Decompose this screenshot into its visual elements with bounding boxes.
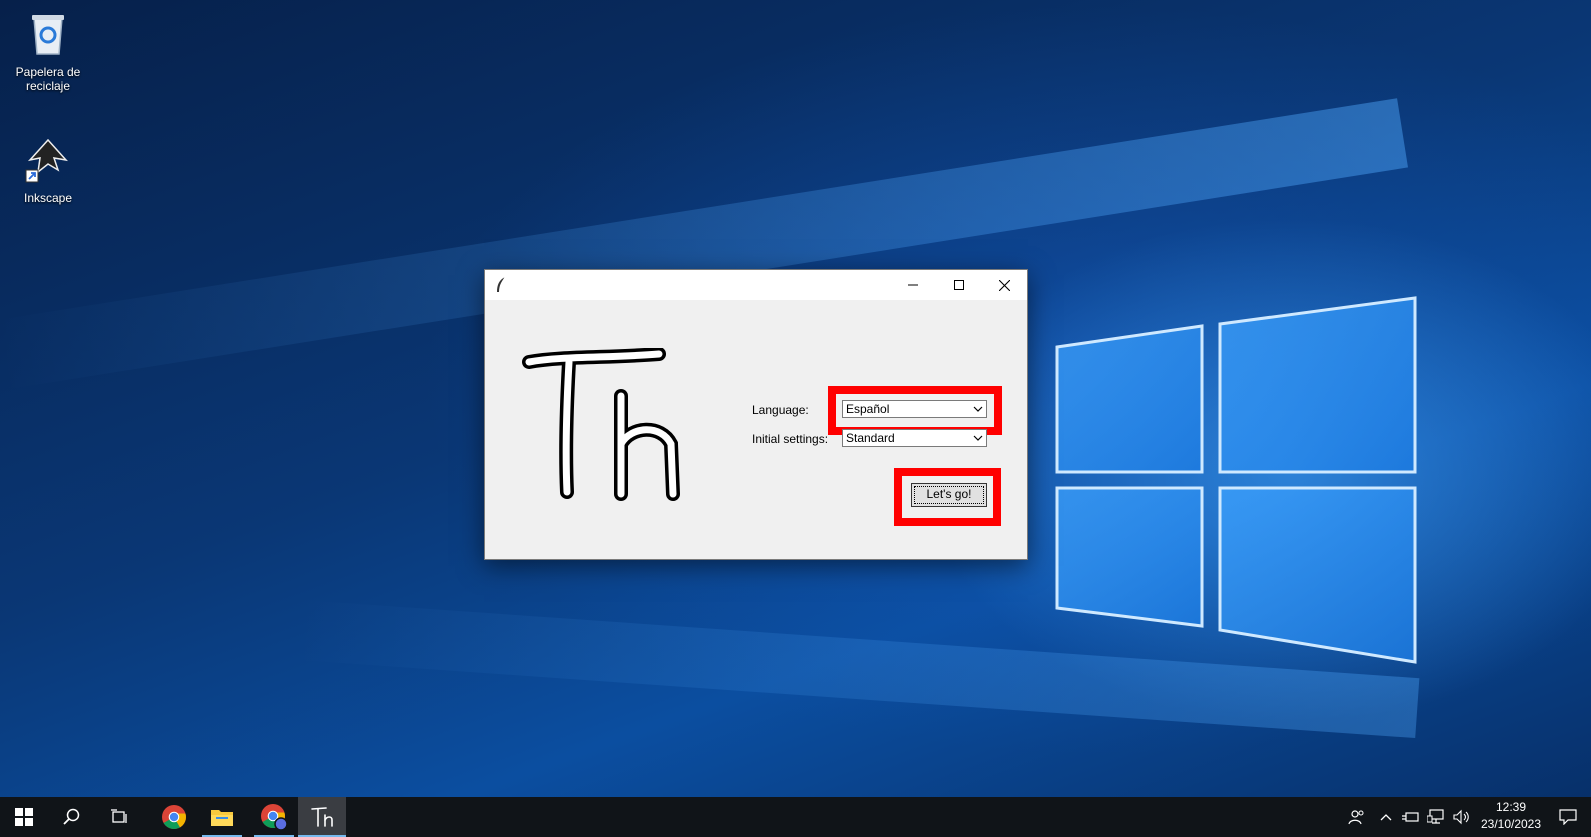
minimize-button[interactable] [890, 270, 936, 300]
clock[interactable]: 12:39 23/10/2023 [1474, 800, 1548, 831]
initial-settings-label: Initial settings: [752, 432, 829, 446]
search-icon [63, 808, 80, 825]
network-tray[interactable] [1424, 797, 1448, 837]
people-icon [1348, 810, 1364, 825]
highlight-language-select [828, 386, 1002, 435]
task-view-button[interactable] [96, 797, 144, 837]
app-window: Th Language: Español Initial settings: S… [484, 269, 1028, 560]
task-view-icon [111, 809, 127, 823]
title-bar[interactable] [485, 270, 1027, 300]
notification-icon [1559, 809, 1577, 825]
clock-time: 12:39 [1495, 800, 1527, 814]
start-button[interactable] [0, 797, 48, 837]
minimize-icon [908, 284, 918, 286]
action-center-button[interactable] [1548, 797, 1588, 837]
show-hidden-icons-button[interactable] [1376, 797, 1396, 837]
language-label: Language: [752, 403, 809, 417]
recycle-bin-icon [32, 15, 64, 55]
taskbar: 12:39 23/10/2023 [0, 797, 1591, 837]
power-tray[interactable] [1398, 797, 1422, 837]
initial-settings-select[interactable]: Standard [842, 429, 987, 447]
desktop-icon-inkscape[interactable]: Inkscape [8, 136, 88, 205]
speaker-icon [1453, 809, 1469, 825]
app-logo: Th [522, 348, 680, 501]
clock-date: 23/10/2023 [1480, 817, 1542, 831]
chrome-icon [162, 805, 186, 830]
network-icon [1427, 809, 1444, 824]
file-explorer-icon [211, 810, 233, 826]
close-icon [998, 279, 1010, 291]
taskbar-chrome[interactable] [150, 797, 198, 837]
highlight-lets-go-button [894, 468, 1001, 526]
taskbar-chrome-profile[interactable] [250, 797, 298, 837]
maximize-icon [954, 280, 964, 290]
battery-plug-icon [1402, 812, 1419, 822]
close-button[interactable] [981, 270, 1027, 300]
people-button[interactable] [1340, 797, 1372, 837]
desktop-icon-label: Inkscape [23, 191, 73, 205]
maximize-button[interactable] [936, 270, 982, 300]
chrome-profile-icon [261, 804, 288, 831]
windows-logo-wallpaper [1055, 296, 1417, 664]
chevron-up-icon [1380, 814, 1392, 821]
start-icon [15, 808, 33, 826]
inkscape-icon [25, 138, 68, 183]
taskbar-file-explorer[interactable] [198, 797, 246, 837]
taskbar-thonny[interactable] [298, 797, 346, 837]
desktop-icon-recycle-bin[interactable]: Papelera de reciclaje [8, 10, 88, 93]
volume-tray[interactable] [1450, 797, 1474, 837]
search-button[interactable] [48, 797, 96, 837]
feather-icon [497, 276, 506, 292]
initial-settings-value: Standard [846, 431, 895, 445]
thonny-app-icon [311, 807, 333, 827]
chevron-down-icon [973, 435, 983, 441]
desktop-icon-label: Papelera de reciclaje [15, 65, 81, 93]
